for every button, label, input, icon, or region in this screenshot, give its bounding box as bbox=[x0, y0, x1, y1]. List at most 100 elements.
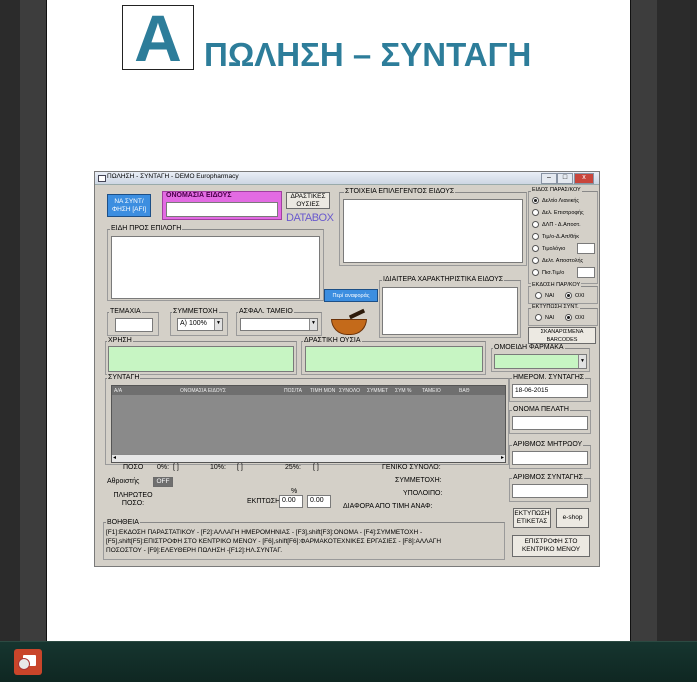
print-labels-button[interactable]: ΕΚΤΥΠΩΣΗ ΕΤΙΚΕΤΑΣ bbox=[513, 508, 551, 528]
scroll-right-icon[interactable]: ▸ bbox=[501, 454, 504, 461]
issue-receipt-no-label: ΟΧΙ bbox=[575, 292, 585, 299]
fund-select[interactable]: ▼ bbox=[240, 318, 318, 331]
prescription-group: ΣΥΝΤΑΓΗ A/A ΟΝΟΜΑΣΙΑ ΕΙΔΟΥΣ ΠΟΣ/ΤΑ ΤΙΜΗ ΜΟΝ… bbox=[105, 374, 509, 465]
items-for-selection-list[interactable] bbox=[111, 236, 320, 299]
similar-drugs-select[interactable]: ▼ bbox=[494, 354, 587, 369]
registry-label: ΑΡΙΘΜΟΣ ΜΗΤΡΩΟΥ bbox=[512, 441, 584, 448]
help-line-3: ΠΟΣΟΣΤΟΥ - [F9]:ΕΛΕΥΘΕΡΗ ΠΩΛΗΣΗ -[F12]:Η… bbox=[106, 547, 283, 554]
grid-column-header[interactable]: ΒΑΘ bbox=[459, 388, 469, 394]
scanned-barcodes-button[interactable]: ΣΚΑΝΑΡΙΣΜΕΝΑ BARCODES bbox=[528, 327, 596, 344]
document-title: ΠΩΛΗΣΗ – ΣΥΝΤΑΓΗ bbox=[204, 36, 532, 73]
doc-type-radio[interactable] bbox=[532, 221, 539, 228]
grid-column-header[interactable]: ΣΥΜΜΕΤ bbox=[367, 388, 388, 394]
rx-number-input[interactable] bbox=[512, 484, 588, 498]
participation-select[interactable]: Α) 100% ▼ bbox=[177, 318, 223, 331]
doc-type-option[interactable]: Τιμ/ο-Δ.Απ/θήκ bbox=[532, 233, 579, 240]
doc-type-radio[interactable] bbox=[532, 233, 539, 240]
amount-0-label: 0%: bbox=[157, 464, 170, 471]
doc-type-radio[interactable] bbox=[532, 245, 539, 252]
pieces-input[interactable] bbox=[115, 318, 153, 332]
active-substance-field bbox=[305, 346, 483, 372]
issue-receipt-no[interactable]: ΟΧΙ bbox=[565, 292, 584, 299]
prescription-label: ΣΥΝΤΑΓΗ bbox=[107, 374, 141, 381]
doc-type-group: ΕΙΔΟΣ ΠΑΡΑΣ/ΚΟΥ Δελτίο Λιανικής Δελ. Επισ… bbox=[528, 187, 598, 284]
pieces-group: ΤΕΜΑΧΙΑ bbox=[107, 308, 159, 336]
grid-column-header[interactable]: ΠΟΣ/ΤΑ bbox=[284, 388, 302, 394]
doc-type-radio[interactable] bbox=[532, 257, 539, 264]
window-titlebar: ΠΩΛΗΣΗ - ΣΥΝΤΑΓΗ - DEMO Europharmacy – □… bbox=[95, 172, 599, 185]
chevron-down-icon[interactable]: ▼ bbox=[309, 319, 317, 330]
print-rx-yes-radio[interactable] bbox=[535, 314, 542, 321]
grid-column-header[interactable]: A/A bbox=[114, 388, 122, 394]
grid-column-header[interactable]: ΤΑΜΕΙΟ bbox=[422, 388, 441, 394]
print-rx-no-label: ΟΧΙ bbox=[575, 314, 585, 321]
powerpoint-icon[interactable] bbox=[14, 649, 42, 675]
registry-group: ΑΡΙΘΜΟΣ ΜΗΤΡΩΟΥ bbox=[509, 441, 591, 469]
horizontal-scrollbar[interactable]: ◂ ▸ bbox=[112, 454, 505, 462]
amount-0-value: [ ] bbox=[173, 464, 179, 471]
grid-column-header[interactable]: ΣΥΝΟΛΟ bbox=[339, 388, 360, 394]
rx-date-value: 18-06-2015 bbox=[515, 387, 549, 394]
print-rx-no[interactable]: ΟΧΙ bbox=[565, 314, 584, 321]
back-to-main-menu-button[interactable]: ΕΠΙΣΤΡΟΦΗ ΣΤΟ ΚΕΝΤΡΙΚΟ ΜΕΝΟΥ bbox=[512, 535, 590, 557]
doc-type-option[interactable]: Δελτ. Αποστολής bbox=[532, 257, 583, 264]
fund-group: ΑΣΦΑΛ. ΤΑΜΕΙΟ ▼ bbox=[236, 308, 322, 336]
special-features-label: ΙΔΙΑΙΤΕΡΑ ΧΑΡΑΚΤΗΡΙΣΤΙΚΑ ΕΙΔΟΥΣ bbox=[382, 276, 505, 283]
amount-25-label: 25%: bbox=[285, 464, 301, 471]
selected-item-details-box bbox=[343, 199, 523, 263]
doc-type-option[interactable]: Τιμολόγιο bbox=[532, 245, 565, 252]
chevron-down-icon[interactable]: ▼ bbox=[214, 319, 222, 330]
close-button[interactable]: x bbox=[574, 173, 594, 184]
maximize-button[interactable]: □ bbox=[557, 173, 573, 184]
print-rx-yes-label: ΝΑΙ bbox=[545, 314, 555, 321]
rx-date-input[interactable]: 18-06-2015 bbox=[512, 384, 588, 398]
right-gutter bbox=[630, 0, 657, 641]
print-rx-group: ΕΚΤΥΠΩΣΗ ΣΥΝΤ. ΝΑΙ ΟΧΙ bbox=[528, 304, 598, 326]
eshop-button[interactable]: e-shop bbox=[556, 508, 589, 528]
doc-type-option[interactable]: Πισ.Τιμ/ο bbox=[532, 269, 564, 276]
doc-type-radio[interactable] bbox=[532, 209, 539, 216]
afi-button[interactable]: ΝΑ ΣΥΝΤ/ΦΗΣΗ [AFI] bbox=[107, 194, 151, 217]
doc-type-extra-input[interactable] bbox=[577, 243, 595, 254]
doc-type-option[interactable]: Δελ. Επιστροφής bbox=[532, 209, 584, 216]
grid-column-header[interactable]: ΟΝΟΜΑΣΙΑ ΕΙΔΟΥΣ bbox=[180, 388, 226, 394]
scroll-left-icon[interactable]: ◂ bbox=[113, 454, 116, 461]
print-rx-no-radio[interactable] bbox=[565, 314, 572, 321]
issue-receipt-yes-radio[interactable] bbox=[535, 292, 542, 299]
customer-input[interactable] bbox=[512, 416, 588, 430]
grid-column-header[interactable]: ΣΥΜ % bbox=[395, 388, 411, 394]
print-rx-yes[interactable]: ΝΑΙ bbox=[535, 314, 554, 321]
cumulative-toggle[interactable]: OFF bbox=[153, 477, 173, 487]
doc-type-radio[interactable] bbox=[532, 197, 539, 204]
doc-type-radio[interactable] bbox=[532, 269, 539, 276]
fund-label: ΑΣΦΑΛ. ΤΑΜΕΙΟ bbox=[238, 308, 294, 315]
amount-label: ΠΟΣΟ bbox=[123, 464, 144, 471]
registry-input[interactable] bbox=[512, 451, 588, 465]
window-title: ΠΩΛΗΣΗ - ΣΥΝΤΑΓΗ - DEMO Europharmacy bbox=[107, 173, 239, 180]
help-group: ΒΟΗΘΕΙΑ [F1]:ΕΚΔΟΣΗ ΠΑΡΑΣΤΑΤΙΚΟΥ - [F2]:… bbox=[103, 519, 505, 560]
discount-amount-input[interactable]: 0.00 bbox=[307, 495, 331, 508]
issue-receipt-yes[interactable]: ΝΑΙ bbox=[535, 292, 554, 299]
discount-amount-value: 0.00 bbox=[310, 497, 324, 504]
active-substances-button[interactable]: ΔΡΑΣΤΙΚΕΣ ΟΥΣΙΕΣ bbox=[286, 192, 330, 209]
minimize-button[interactable]: – bbox=[541, 173, 557, 184]
rx-number-group: ΑΡΙΘΜΟΣ ΣΥΝΤΑΓΗΣ bbox=[509, 474, 591, 502]
left-gutter bbox=[20, 0, 46, 641]
discount-percent-value: 0.00 bbox=[282, 497, 296, 504]
selected-item-details-label: ΣΤΟΙΧΕΙΑ ΕΠΙΛΕΓΕΝΤΟΣ ΕΙΔΟΥΣ bbox=[344, 188, 456, 195]
doc-type-extra-input[interactable] bbox=[577, 267, 595, 278]
prescription-grid[interactable]: A/A ΟΝΟΜΑΣΙΑ ΕΙΔΟΥΣ ΠΟΣ/ΤΑ ΤΙΜΗ ΜΟΝ ΣΥΝΟΛΟ ΣΥ… bbox=[111, 385, 506, 463]
doc-type-option[interactable]: ΔΛΠ - Δ.Αποστ. bbox=[532, 221, 581, 228]
items-for-selection-group: ΕΙΔΗ ΠΡΟΣ ΕΠΙΛΟΓΗ bbox=[107, 225, 324, 301]
product-name-input[interactable] bbox=[166, 202, 278, 217]
usage-field bbox=[108, 346, 294, 372]
chevron-down-icon[interactable]: ▼ bbox=[578, 355, 586, 368]
databox-logo: DATABOX bbox=[286, 212, 334, 224]
payable-label: ΠΛΗΡΩΤΕΟ ΠΟΣΟ: bbox=[113, 492, 153, 507]
rx-number-label: ΑΡΙΘΜΟΣ ΣΥΝΤΑΓΗΣ bbox=[512, 474, 584, 481]
discount-percent-input[interactable]: 0.00 bbox=[279, 495, 303, 508]
doc-type-option[interactable]: Δελτίο Λιανικής bbox=[532, 197, 579, 204]
about-reference-button[interactable]: Περί αναφοράς bbox=[324, 289, 378, 302]
grid-column-header[interactable]: ΤΙΜΗ ΜΟΝ bbox=[310, 388, 335, 394]
issue-receipt-no-radio[interactable] bbox=[565, 292, 572, 299]
